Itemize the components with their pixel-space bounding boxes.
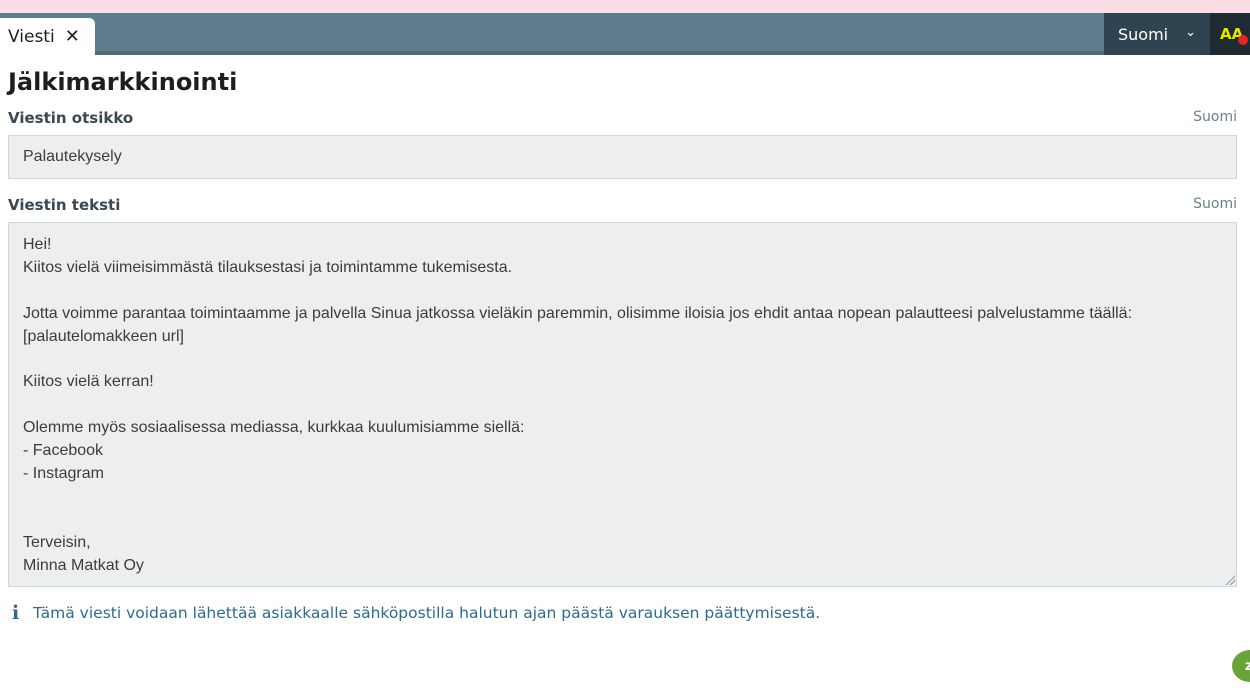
info-note: i Tämä viesti voidaan lähettää asiakkaal… xyxy=(12,602,820,624)
top-strip xyxy=(0,0,1250,13)
subject-language[interactable]: Suomi xyxy=(1193,109,1237,125)
notification-dot-icon xyxy=(1238,35,1248,45)
close-icon[interactable]: ✕ xyxy=(65,27,80,46)
accessibility-button[interactable]: AA xyxy=(1210,13,1250,55)
body-textarea[interactable]: Hei! Kiitos vielä viimeisimmästä tilauks… xyxy=(8,222,1237,587)
tab-viesti[interactable]: Viesti ✕ xyxy=(0,18,95,55)
info-icon: i xyxy=(12,602,20,624)
tab-bar xyxy=(0,13,1250,55)
chat-widget-label: z xyxy=(1245,658,1250,674)
chat-widget-button[interactable]: z xyxy=(1232,650,1250,682)
page-title: Jälkimarkkinointi xyxy=(8,68,238,96)
language-select[interactable]: Suomi ⌄ xyxy=(1104,13,1210,55)
body-language[interactable]: Suomi xyxy=(1193,196,1237,212)
language-select-value: Suomi xyxy=(1118,24,1169,44)
info-text: Tämä viesti voidaan lähettää asiakkaalle… xyxy=(33,604,821,622)
tab-label: Viesti xyxy=(8,26,55,47)
body-label: Viestin teksti xyxy=(8,196,121,214)
resize-handle-icon[interactable] xyxy=(1224,574,1235,585)
tab-bar-border xyxy=(0,51,1250,55)
subject-label: Viestin otsikko xyxy=(8,109,134,127)
subject-input[interactable] xyxy=(8,135,1237,179)
chevron-down-icon: ⌄ xyxy=(1185,25,1196,40)
